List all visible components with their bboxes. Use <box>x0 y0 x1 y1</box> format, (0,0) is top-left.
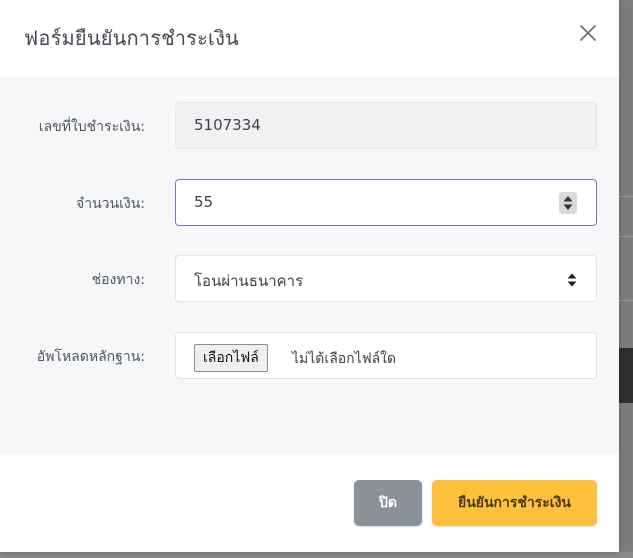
modal-title: ฟอร์มยืนยันการชำระเงิน <box>24 26 239 50</box>
invoice-number-field: 5107334 <box>175 102 597 149</box>
modal-body: เลขที่ใบชำระเงิน: 5107334 จำนวนเงิน: 55 … <box>0 77 619 454</box>
channel-selected-value: โอนผ่านธนาคาร <box>194 272 304 290</box>
close-button[interactable]: ปิด <box>354 480 422 526</box>
amount-label: จำนวนเงิน: <box>76 196 145 212</box>
select-arrows-icon <box>566 272 578 288</box>
channel-label: ช่องทาง: <box>91 272 145 288</box>
amount-input[interactable]: 55 <box>175 179 597 226</box>
backdrop-divider <box>619 300 633 301</box>
invoice-number-value: 5107334 <box>194 116 261 134</box>
upload-field: เลือกไฟล์ ไม่ได้เลือกไฟล์ใด <box>175 332 597 379</box>
channel-select[interactable]: โอนผ่านธนาคาร <box>175 255 597 302</box>
upload-label: อัพโหลดหลักฐาน: <box>36 349 145 365</box>
file-status-text: ไม่ได้เลือกไฟล์ใด <box>292 351 397 367</box>
amount-row: จำนวนเงิน: 55 <box>0 179 619 226</box>
invoice-number-label: เลขที่ใบชำระเงิน: <box>38 119 145 135</box>
stepper-arrows-icon <box>563 196 573 210</box>
amount-value: 55 <box>194 193 214 211</box>
page-backdrop <box>619 0 633 558</box>
backdrop-divider <box>619 196 633 197</box>
invoice-number-row: เลขที่ใบชำระเงิน: 5107334 <box>0 102 619 149</box>
modal-footer: ปิด ยืนยันการชำระเงิน <box>0 454 619 552</box>
choose-file-button[interactable]: เลือกไฟล์ <box>194 344 268 372</box>
payment-confirm-modal: ฟอร์มยืนยันการชำระเงิน เลขที่ใบชำระเงิน:… <box>0 0 619 552</box>
channel-row: ช่องทาง: โอนผ่านธนาคาร <box>0 255 619 302</box>
close-icon[interactable] <box>577 22 599 44</box>
modal-header: ฟอร์มยืนยันการชำระเงิน <box>0 0 619 77</box>
number-stepper[interactable] <box>559 192 577 214</box>
backdrop-dark-panel <box>619 348 633 403</box>
backdrop-bottom <box>0 552 633 558</box>
confirm-payment-button[interactable]: ยืนยันการชำระเงิน <box>432 480 597 526</box>
upload-row: อัพโหลดหลักฐาน: เลือกไฟล์ ไม่ได้เลือกไฟล… <box>0 332 619 379</box>
backdrop-divider <box>619 236 633 237</box>
